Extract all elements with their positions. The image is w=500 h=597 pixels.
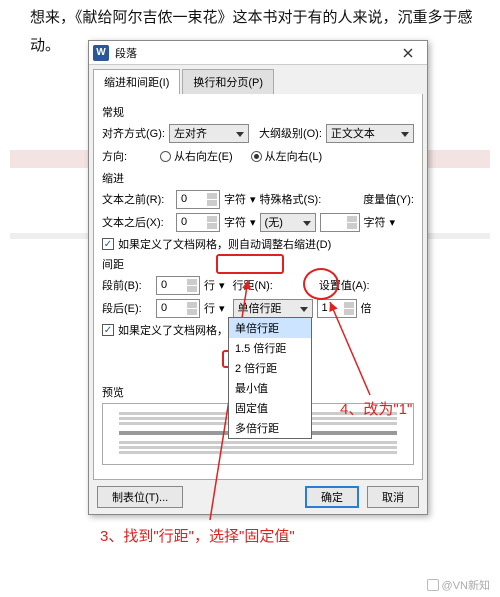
radio-icon	[160, 151, 171, 162]
tabs-button[interactable]: 制表位(T)...	[97, 486, 183, 508]
char-unit2: 字符	[224, 214, 246, 230]
close-button[interactable]	[393, 43, 423, 63]
annotation-3: 3、找到"行距"，选择"固定值"	[100, 525, 295, 546]
line-spacing-value: 单倍行距	[238, 300, 282, 316]
space-after-spinner[interactable]: 0	[156, 299, 200, 318]
bei-unit: 倍	[361, 300, 372, 316]
direction-ltr-radio[interactable]: 从左向右(L)	[251, 148, 322, 164]
indent-after-label: 文本之后(X):	[102, 214, 172, 230]
align-value: 左对齐	[174, 125, 207, 141]
line-spacing-dropdown[interactable]: 单倍行距 1.5 倍行距 2 倍行距 最小值 固定值 多倍行距	[228, 317, 312, 439]
dd-option-1-5[interactable]: 1.5 倍行距	[229, 338, 311, 358]
set-value-label: 设置值(A):	[319, 277, 370, 293]
cancel-button[interactable]: 取消	[367, 486, 419, 508]
rtl-label: 从右向左(E)	[174, 148, 233, 164]
sp-after-value: 0	[161, 302, 167, 314]
section-spacing: 间距	[102, 256, 414, 272]
char-unit3: 字符	[364, 214, 386, 230]
direction-rtl-radio[interactable]: 从右向左(E)	[160, 148, 233, 164]
section-general: 常规	[102, 104, 414, 120]
tab-strip: 缩进和间距(I) 换行和分页(P)	[89, 65, 427, 94]
watermark-text: @VN新知	[442, 577, 490, 593]
line-unit2: 行	[204, 300, 215, 316]
ok-button[interactable]: 确定	[305, 486, 359, 508]
tab-indent-spacing[interactable]: 缩进和间距(I)	[93, 69, 180, 94]
special-combo[interactable]: (无)	[260, 213, 316, 232]
special-value: (无)	[265, 214, 283, 230]
direction-label: 方向:	[102, 148, 156, 164]
auto-adjust-indent-checkbox[interactable]: ✓ 如果定义了文档网格，则自动调整右缩进(D)	[102, 236, 414, 252]
close-icon	[403, 48, 413, 58]
tab-line-page-breaks[interactable]: 换行和分页(P)	[182, 69, 274, 94]
dialog-title: 段落	[115, 45, 137, 61]
align-combo[interactable]: 左对齐	[169, 124, 249, 143]
space-after-label: 段后(E):	[102, 300, 152, 316]
align-label: 对齐方式(G):	[102, 125, 165, 141]
dd-option-single[interactable]: 单倍行距	[229, 318, 311, 338]
checkbox-icon: ✓	[102, 324, 114, 336]
metric-spinner[interactable]	[320, 213, 360, 232]
sp-before-value: 0	[161, 279, 167, 291]
indent-after-spinner[interactable]: 0	[176, 213, 220, 232]
word-icon: W	[93, 45, 109, 61]
indent-before-spinner[interactable]: 0	[176, 190, 220, 209]
watermark: @VN新知	[427, 577, 490, 593]
section-indent: 缩进	[102, 170, 414, 186]
outline-value: 正文文本	[331, 125, 375, 141]
line-spacing-combo[interactable]: 单倍行距	[233, 299, 313, 318]
radio-icon	[251, 151, 262, 162]
space-before-label: 段前(B):	[102, 277, 152, 293]
button-row: 制表位(T)... 确定 取消	[89, 480, 427, 514]
indent-after-value: 0	[181, 216, 187, 228]
checkbox-icon: ✓	[102, 238, 114, 250]
dd-option-fixed[interactable]: 固定值	[229, 398, 311, 418]
metric-label: 度量值(Y):	[363, 191, 414, 207]
outline-combo[interactable]: 正文文本	[326, 124, 414, 143]
indent-before-value: 0	[181, 193, 187, 205]
watermark-icon	[427, 579, 439, 591]
titlebar: W 段落	[89, 41, 427, 65]
space-before-spinner[interactable]: 0	[156, 276, 200, 295]
char-unit: 字符	[224, 191, 246, 207]
annotation-4: 4、改为"1"	[340, 398, 412, 419]
tab-body: 常规 对齐方式(G): 左对齐 大纲级别(O): 正文文本 方向: 从右向左(E…	[93, 94, 423, 480]
special-label: 特殊格式(S):	[260, 191, 322, 207]
chk-indent-label: 如果定义了文档网格，则自动调整右缩进(D)	[118, 236, 331, 252]
line-unit: 行	[204, 277, 215, 293]
set-value: 1	[322, 302, 328, 314]
paragraph-dialog: W 段落 缩进和间距(I) 换行和分页(P) 常规 对齐方式(G): 左对齐 大…	[88, 40, 428, 515]
dd-option-double[interactable]: 2 倍行距	[229, 358, 311, 378]
indent-before-label: 文本之前(R):	[102, 191, 172, 207]
set-value-spinner[interactable]: 1	[317, 299, 357, 318]
dd-option-min[interactable]: 最小值	[229, 378, 311, 398]
line-spacing-label: 行距(N):	[233, 277, 273, 293]
outline-label: 大纲级别(O):	[259, 125, 322, 141]
dd-option-multi[interactable]: 多倍行距	[229, 418, 311, 438]
ltr-label: 从左向右(L)	[265, 148, 322, 164]
